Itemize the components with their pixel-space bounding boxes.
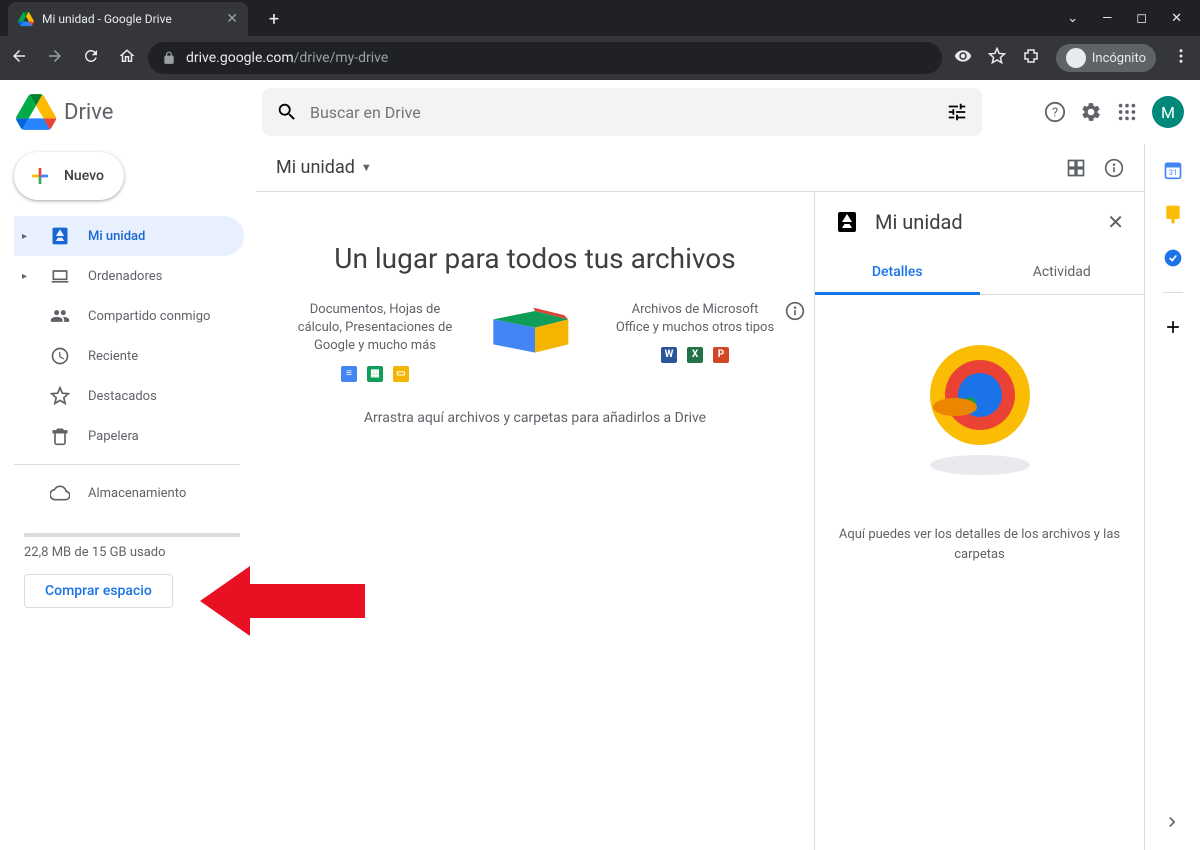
tasks-icon[interactable] xyxy=(1163,248,1183,268)
sidebar-item-starred[interactable]: ▸ Destacados xyxy=(14,376,244,416)
slides-icon: ▭ xyxy=(393,366,409,382)
svg-text:31: 31 xyxy=(1168,168,1176,177)
maximize-icon[interactable]: ◻ xyxy=(1136,11,1147,26)
lock-icon xyxy=(162,51,176,65)
browser-tab[interactable]: Mi unidad - Google Drive ✕ xyxy=(8,2,248,36)
sidebar-item-shared[interactable]: ▸ Compartido conmigo xyxy=(14,296,244,336)
account-avatar[interactable]: M xyxy=(1152,96,1184,128)
side-rail: 31 xyxy=(1144,144,1200,850)
drive-icon xyxy=(835,210,859,234)
drive-logo-icon xyxy=(16,92,56,132)
sheets-icon: ▦ xyxy=(367,366,383,382)
tab-details[interactable]: Detalles xyxy=(815,252,980,295)
powerpoint-icon: P xyxy=(713,347,729,363)
chevron-down-icon[interactable]: ⌄ xyxy=(1067,11,1078,26)
sidebar-item-recent[interactable]: ▸ Reciente xyxy=(14,336,244,376)
tab-activity[interactable]: Actividad xyxy=(980,252,1145,294)
close-window-icon[interactable]: ✕ xyxy=(1171,11,1182,26)
info-icon[interactable] xyxy=(785,301,805,321)
sidebar-item-computers[interactable]: ▸ Ordenadores xyxy=(14,256,244,296)
drive-illustration xyxy=(485,301,585,371)
chevron-right-icon: ▸ xyxy=(22,231,32,242)
minimize-icon[interactable]: — xyxy=(1102,11,1112,26)
details-empty-text: Aquí puedes ver los detalles de los arch… xyxy=(835,525,1124,564)
shared-icon xyxy=(50,306,70,326)
extensions-icon[interactable] xyxy=(1022,47,1040,69)
plus-icon xyxy=(28,164,52,188)
empty-state: Un lugar para todos tus archivos Documen… xyxy=(256,192,814,850)
drive-favicon xyxy=(18,11,34,27)
annotation-arrow xyxy=(200,556,370,646)
add-addon-icon[interactable] xyxy=(1163,317,1183,337)
cloud-icon xyxy=(50,483,70,503)
drive-icon xyxy=(50,226,70,246)
keep-icon[interactable] xyxy=(1163,204,1183,224)
svg-text:?: ? xyxy=(1052,106,1058,121)
tab-title: Mi unidad - Google Drive xyxy=(42,12,218,26)
computers-icon xyxy=(50,266,70,286)
storage-bar xyxy=(24,533,240,537)
excel-icon: X xyxy=(687,347,703,363)
close-panel-icon[interactable]: ✕ xyxy=(1107,210,1124,234)
clock-icon xyxy=(50,346,70,366)
star-icon xyxy=(50,386,70,406)
help-icon[interactable]: ? xyxy=(1044,101,1066,123)
drag-hint: Arrastra aquí archivos y carpetas para a… xyxy=(364,410,706,426)
details-illustration xyxy=(900,325,1060,485)
home-icon[interactable] xyxy=(118,47,136,69)
buy-storage-button[interactable]: Comprar espacio xyxy=(24,574,173,608)
sidebar-item-trash[interactable]: ▸ Papelera xyxy=(14,416,244,456)
bookmark-icon[interactable] xyxy=(988,47,1006,69)
breadcrumb[interactable]: Mi unidad ▼ xyxy=(276,157,372,178)
search-icon xyxy=(276,101,298,123)
app-name: Drive xyxy=(64,100,113,125)
sidebar-item-my-drive[interactable]: ▸ Mi unidad xyxy=(14,216,244,256)
settings-icon[interactable] xyxy=(1080,101,1102,123)
drive-logo[interactable]: Drive xyxy=(16,92,254,132)
sidebar: Nuevo ▸ Mi unidad ▸ Ordenadores ▸ Compar… xyxy=(0,144,256,850)
calendar-icon[interactable]: 31 xyxy=(1163,160,1183,180)
search-input[interactable] xyxy=(310,103,934,122)
tab-close-icon[interactable]: ✕ xyxy=(226,11,238,27)
expand-rail-icon[interactable] xyxy=(1162,812,1182,836)
incognito-icon xyxy=(1066,48,1086,68)
address-bar[interactable]: drive.google.com/drive/my-drive xyxy=(148,42,942,74)
reload-icon[interactable] xyxy=(82,47,100,69)
empty-title: Un lugar para todos tus archivos xyxy=(334,242,735,275)
docs-icon: ≡ xyxy=(341,366,357,382)
chevron-right-icon: ▸ xyxy=(22,271,32,282)
new-tab-button[interactable]: + xyxy=(260,5,288,33)
search-options-icon[interactable] xyxy=(946,101,968,123)
search-box[interactable] xyxy=(262,88,982,136)
eye-icon[interactable] xyxy=(954,47,972,69)
word-icon: W xyxy=(661,347,677,363)
details-panel: Mi unidad ✕ Detalles Actividad xyxy=(814,192,1144,850)
menu-icon[interactable] xyxy=(1172,47,1190,69)
new-button[interactable]: Nuevo xyxy=(14,152,124,200)
grid-view-icon[interactable] xyxy=(1066,158,1086,178)
details-title: Mi unidad xyxy=(875,210,1091,234)
dropdown-icon: ▼ xyxy=(361,161,372,174)
incognito-badge[interactable]: Incógnito xyxy=(1056,44,1156,72)
back-icon[interactable] xyxy=(10,47,28,69)
sidebar-item-storage[interactable]: ▸ Almacenamiento xyxy=(14,473,244,513)
trash-icon xyxy=(50,426,70,446)
forward-icon[interactable] xyxy=(46,47,64,69)
apps-icon[interactable] xyxy=(1116,101,1138,123)
info-icon[interactable] xyxy=(1104,158,1124,178)
